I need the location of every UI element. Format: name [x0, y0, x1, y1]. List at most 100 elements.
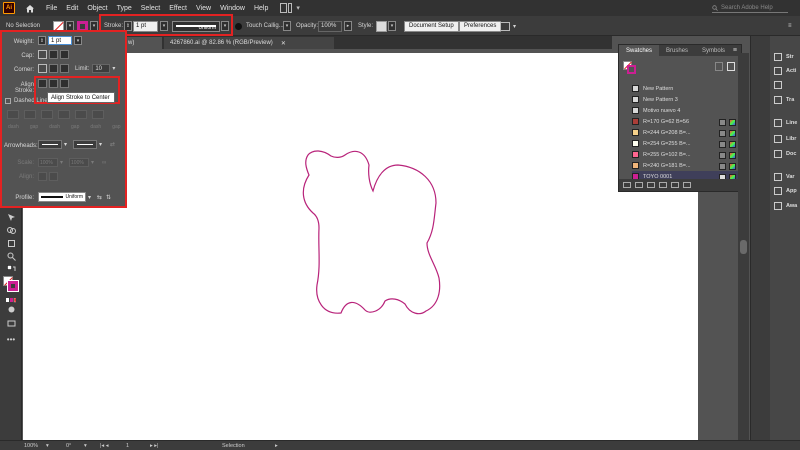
variable-width-profile[interactable]: Uniform [172, 20, 220, 32]
link-scale-icon[interactable]: ∞ [102, 160, 106, 166]
dash-field[interactable] [7, 110, 19, 119]
swatch-row[interactable]: New Pattern [632, 83, 742, 94]
workspace-layout-icon[interactable] [280, 3, 293, 13]
menu-file[interactable]: File [46, 5, 57, 12]
brush-definition[interactable]: Touch Callig... [246, 23, 284, 29]
gap-field[interactable] [24, 110, 36, 119]
gap-field[interactable] [58, 110, 70, 119]
weight-field[interactable]: 1 pt [48, 36, 72, 45]
brush-dropdown[interactable]: ▾ [283, 21, 291, 31]
weight-dropdown[interactable]: ▾ [74, 36, 82, 45]
chevron-down-icon[interactable]: ▾ [84, 442, 87, 450]
swatch-row[interactable]: New Pattern 3 [632, 94, 742, 105]
fill-stroke-widget[interactable] [3, 276, 19, 292]
stroke-weight-field[interactable]: 1 pt [133, 20, 158, 32]
miter-join-icon[interactable] [38, 64, 47, 73]
more-tools-icon[interactable]: ••• [6, 334, 16, 344]
menu-edit[interactable]: Edit [66, 5, 78, 12]
bevel-join-icon[interactable] [60, 64, 69, 73]
dock-variables[interactable]: Var [774, 173, 795, 181]
profile-dropdown[interactable]: ▾ [221, 21, 229, 31]
close-icon[interactable]: ✕ [281, 40, 286, 47]
chevron-down-icon[interactable]: ▾ [296, 4, 300, 12]
status-menu-icon[interactable]: ▸ [275, 442, 278, 450]
tab-symbols[interactable]: Symbols [695, 45, 732, 56]
opacity-dropdown[interactable]: ▸ [344, 21, 352, 31]
butt-cap-icon[interactable] [38, 50, 47, 59]
status-mode[interactable]: Selection [222, 442, 245, 450]
round-cap-icon[interactable] [49, 50, 58, 59]
chevron-down-icon[interactable]: ▾ [112, 65, 115, 72]
stroke-indicator[interactable] [7, 280, 19, 292]
swap-fill-stroke-icon[interactable] [6, 264, 16, 274]
gap-field[interactable] [92, 110, 104, 119]
fill-stroke-swatch-indicator[interactable] [623, 61, 637, 75]
end-arrowhead-select[interactable] [73, 140, 98, 149]
chevron-down-icon[interactable]: ▾ [91, 159, 94, 166]
swatch-options-icon[interactable] [647, 182, 655, 188]
draw-mode-icon[interactable] [6, 304, 16, 314]
start-arrowhead-select[interactable] [38, 140, 62, 149]
menu-view[interactable]: View [196, 5, 211, 12]
menu-window[interactable]: Window [220, 5, 245, 12]
dock-links[interactable]: Line [774, 119, 797, 127]
dash-field[interactable] [41, 110, 53, 119]
screen-mode-icon[interactable] [6, 318, 16, 328]
dock-libraries[interactable]: Libr [774, 135, 796, 143]
chevron-down-icon[interactable]: ▾ [64, 141, 67, 148]
chevron-down-icon[interactable]: ▾ [88, 194, 91, 201]
panel-menu-icon[interactable]: ≡ [788, 20, 792, 32]
shape-builder-icon[interactable] [6, 225, 16, 235]
artboard-tool-icon[interactable] [6, 238, 16, 248]
stroke-weight-dropdown[interactable]: ▾ [160, 21, 168, 31]
flip-along-icon[interactable]: ⇆ [97, 194, 102, 201]
width-tool-icon[interactable] [6, 212, 16, 222]
zoom-tool-icon[interactable] [6, 251, 16, 261]
menu-select[interactable]: Select [141, 5, 160, 12]
dock-club[interactable] [774, 81, 782, 89]
arrange-icon[interactable] [500, 21, 510, 31]
trash-icon[interactable] [683, 182, 691, 188]
style-dropdown[interactable]: ▾ [388, 21, 396, 31]
menu-help[interactable]: Help [254, 5, 268, 12]
arrow-tip-at-end-icon[interactable] [49, 172, 58, 181]
dock-actions[interactable]: Acti [774, 67, 796, 75]
swatch-libraries-icon[interactable] [623, 182, 631, 188]
vertical-scrollbar[interactable] [738, 53, 749, 440]
align-stroke-center-icon[interactable] [38, 79, 47, 88]
end-scale-field[interactable]: 100% [69, 158, 90, 167]
zoom-level[interactable]: 100% [24, 442, 38, 450]
align-stroke-inside-icon[interactable] [49, 79, 58, 88]
tab-swatches[interactable]: Swatches [619, 45, 660, 56]
preferences-button[interactable]: Preferences [459, 20, 502, 32]
graphic-style-swatch[interactable] [376, 20, 387, 32]
chevron-down-icon[interactable]: ▾ [60, 159, 63, 166]
tab-document-4267860[interactable]: 4267860.ai @ 82.86 % (RGB/Preview) ✕ [164, 37, 334, 49]
dock-stroke[interactable]: Str [774, 53, 794, 61]
dock-awareness[interactable]: Awa [774, 202, 797, 210]
width-profile-select[interactable]: Uniform [38, 192, 86, 202]
weight-stepper[interactable]: ⇕ [38, 36, 46, 45]
home-icon[interactable] [23, 1, 37, 15]
start-scale-field[interactable]: 100% [38, 158, 58, 167]
dock-transform[interactable]: Tra [774, 96, 794, 104]
flip-across-icon[interactable]: ⇅ [106, 194, 111, 201]
round-join-icon[interactable] [49, 64, 58, 73]
align-stroke-outside-icon[interactable] [60, 79, 69, 88]
chevron-down-icon[interactable]: ▾ [513, 20, 516, 32]
projecting-cap-icon[interactable] [60, 50, 69, 59]
new-color-group-icon[interactable] [659, 182, 667, 188]
limit-field[interactable]: 10 [92, 64, 111, 73]
first-artboard-icon[interactable]: |◂ ◂ [100, 442, 108, 450]
dash-field[interactable] [75, 110, 87, 119]
arrow-tip-beyond-icon[interactable] [38, 172, 47, 181]
scrollbar-thumb[interactable] [740, 240, 747, 254]
next-artboard-icon[interactable]: ▸ ▸| [150, 442, 158, 450]
tab-brushes[interactable]: Brushes [659, 45, 695, 56]
list-view-icon[interactable] [727, 62, 735, 71]
menu-object[interactable]: Object [87, 5, 107, 12]
opacity-field[interactable]: 100% [318, 20, 342, 32]
document-setup-button[interactable]: Document Setup [404, 20, 459, 32]
tab-current-document[interactable]: w) [122, 37, 162, 49]
dashed-line-checkbox[interactable] [5, 98, 11, 104]
